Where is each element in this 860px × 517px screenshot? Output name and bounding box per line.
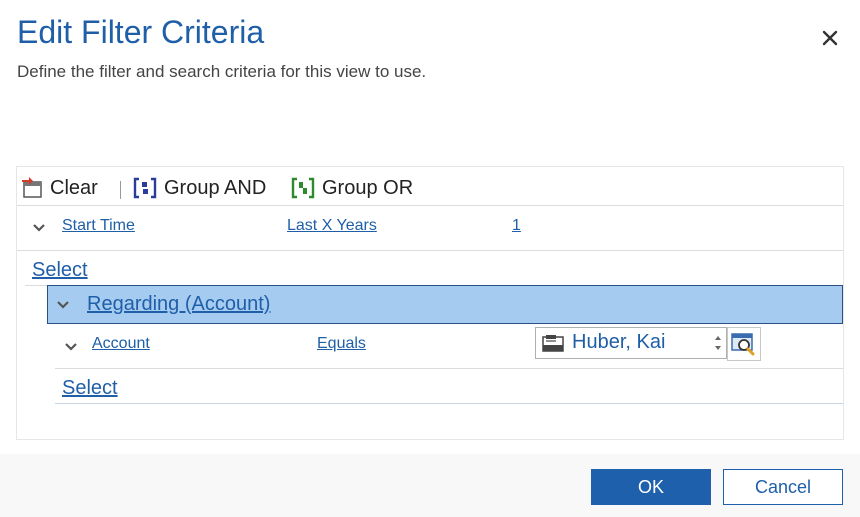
ok-button[interactable]: OK bbox=[591, 469, 711, 505]
dialog-subtitle: Define the filter and search criteria fo… bbox=[17, 62, 427, 81]
cancel-button[interactable]: Cancel bbox=[723, 469, 843, 505]
condition-row: Start Time Last X Years 1 bbox=[17, 205, 843, 251]
clear-icon bbox=[22, 177, 42, 198]
group-and-icon bbox=[133, 177, 157, 199]
chevron-down-icon[interactable] bbox=[32, 223, 46, 233]
condition-value-link[interactable]: 1 bbox=[512, 217, 521, 235]
clear-button[interactable]: Clear bbox=[20, 175, 98, 201]
close-button[interactable] bbox=[816, 24, 844, 52]
select-field-link[interactable]: Select bbox=[62, 377, 118, 400]
group-and-button[interactable]: Group AND bbox=[132, 175, 266, 201]
related-group-header[interactable]: Regarding (Account) bbox=[47, 285, 843, 324]
condition-operator-link[interactable]: Last X Years bbox=[287, 217, 377, 235]
select-field-link[interactable]: Select bbox=[32, 259, 88, 282]
lookup-button[interactable] bbox=[727, 327, 761, 361]
lookup-value[interactable]: Huber, Kai bbox=[572, 331, 665, 354]
condition-field-link[interactable]: Account bbox=[92, 335, 150, 353]
scroll-arrows-icon[interactable] bbox=[712, 331, 724, 355]
close-icon bbox=[822, 30, 838, 46]
group-or-label: Group OR bbox=[322, 176, 414, 199]
account-lookup: Huber, Kai bbox=[535, 327, 761, 361]
chevron-down-icon[interactable] bbox=[56, 300, 70, 310]
group-or-button[interactable]: Group OR bbox=[290, 175, 413, 201]
toolbar-separator bbox=[120, 181, 121, 199]
group-and-label: Group AND bbox=[164, 176, 267, 199]
chevron-down-icon[interactable] bbox=[64, 342, 78, 352]
filter-panel: Clear Group AND Group OR Start Time Last… bbox=[16, 166, 844, 440]
account-record-icon bbox=[542, 335, 564, 352]
divider bbox=[55, 403, 843, 404]
lookup-field[interactable]: Huber, Kai bbox=[535, 327, 727, 359]
dialog-title: Edit Filter Criteria bbox=[17, 14, 265, 50]
related-entity-link[interactable]: Regarding (Account) bbox=[87, 293, 270, 316]
lookup-search-icon bbox=[731, 333, 755, 356]
condition-field-link[interactable]: Start Time bbox=[62, 217, 135, 235]
clear-label: Clear bbox=[50, 176, 98, 199]
group-or-icon bbox=[291, 177, 315, 199]
condition-operator-link[interactable]: Equals bbox=[317, 335, 366, 353]
filter-toolbar: Clear Group AND Group OR bbox=[17, 167, 843, 205]
